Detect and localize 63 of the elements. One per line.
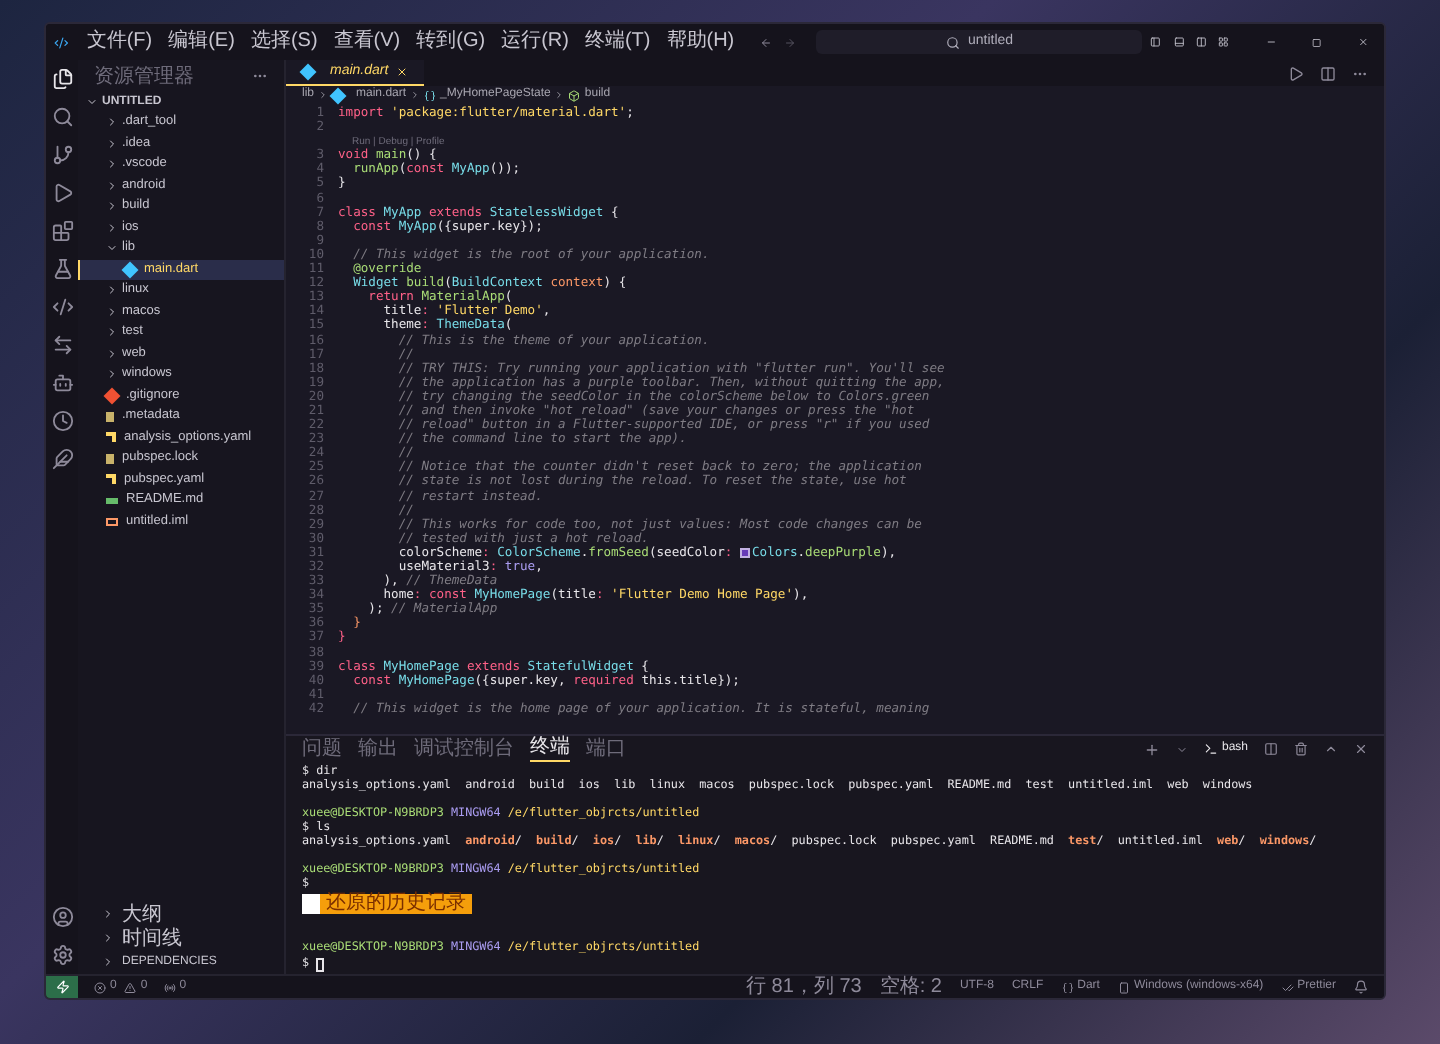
sidebar-toggle-icon[interactable] [1150,34,1162,50]
menu-item[interactable]: 文件(F) [80,32,159,52]
status-item[interactable]: 行 81，列 73 [746,972,862,998]
bell-icon[interactable] [1354,980,1368,994]
chevron-up-icon[interactable] [1324,742,1338,756]
warning-icon [124,981,137,993]
split-icon[interactable] [1264,742,1278,756]
files-icon[interactable] [51,68,73,90]
device-icon [1117,981,1130,993]
menu-item[interactable]: 运行(R) [495,32,575,52]
collapsed-section[interactable]: 时间线 [78,926,284,950]
search-icon [946,35,960,49]
cursor-block [315,957,324,971]
panel-tab[interactable]: 终端 [530,736,570,762]
file-icon [106,453,114,464]
file-icon [106,411,114,422]
branch-icon[interactable] [51,144,73,166]
menu-item[interactable]: 转到(G) [410,32,492,52]
settings-icon[interactable] [51,944,73,966]
flask-icon[interactable] [51,258,73,280]
color-swatch-icon [739,547,750,558]
account-icon[interactable] [51,906,73,928]
feather-icon[interactable] [51,448,73,470]
double-check-icon [1281,981,1294,993]
chevron-right-icon [554,90,565,100]
search-icon[interactable] [51,106,73,128]
diamond-file-icon [103,387,121,404]
menu-item[interactable]: 终端(T) [578,32,657,52]
terminal-icon [1203,742,1218,756]
menu-item[interactable]: 选择(S) [244,32,324,52]
cursor-block [302,893,320,913]
error-icon [94,981,106,993]
clock-icon[interactable] [51,410,73,432]
remote-button[interactable] [46,976,78,998]
close-icon[interactable] [1354,742,1368,756]
dart-file-icon [121,261,139,278]
sidebar-title: 资源管理器 [94,63,194,91]
menu-item[interactable]: 帮助(H) [660,32,741,52]
chevron-down-icon [106,242,118,255]
chevron-right-icon [410,90,421,100]
history-restored-label: 还原的历史记录 [320,893,472,913]
menu-item[interactable]: 查看(V) [327,32,407,52]
antenna-icon [163,981,176,993]
panel-toggle-icon[interactable] [1173,34,1185,50]
layout-grid-icon[interactable] [1218,34,1230,50]
braces-icon [1061,981,1074,993]
extensions-icon[interactable] [51,220,73,242]
panel-tab[interactable]: 端口 [586,737,626,761]
run-icon[interactable] [1288,65,1304,81]
trash-icon[interactable] [1294,742,1308,756]
split-editor-icon[interactable] [1320,65,1336,81]
status-item[interactable]: 空格: 2 [879,972,942,998]
plus-icon[interactable] [1143,741,1160,757]
menu-item[interactable]: 编辑(E) [162,32,241,52]
arrows-icon[interactable] [51,334,73,356]
chevron-down-icon [86,96,98,108]
code-icon[interactable] [51,296,73,318]
robot-icon[interactable] [51,372,73,394]
maximize-icon[interactable] [1312,35,1322,49]
chevron-right-icon [318,90,329,100]
run-icon[interactable] [51,182,73,204]
split-layout-icon[interactable] [1196,34,1207,50]
collapsed-section[interactable]: 大纲 [78,902,284,926]
